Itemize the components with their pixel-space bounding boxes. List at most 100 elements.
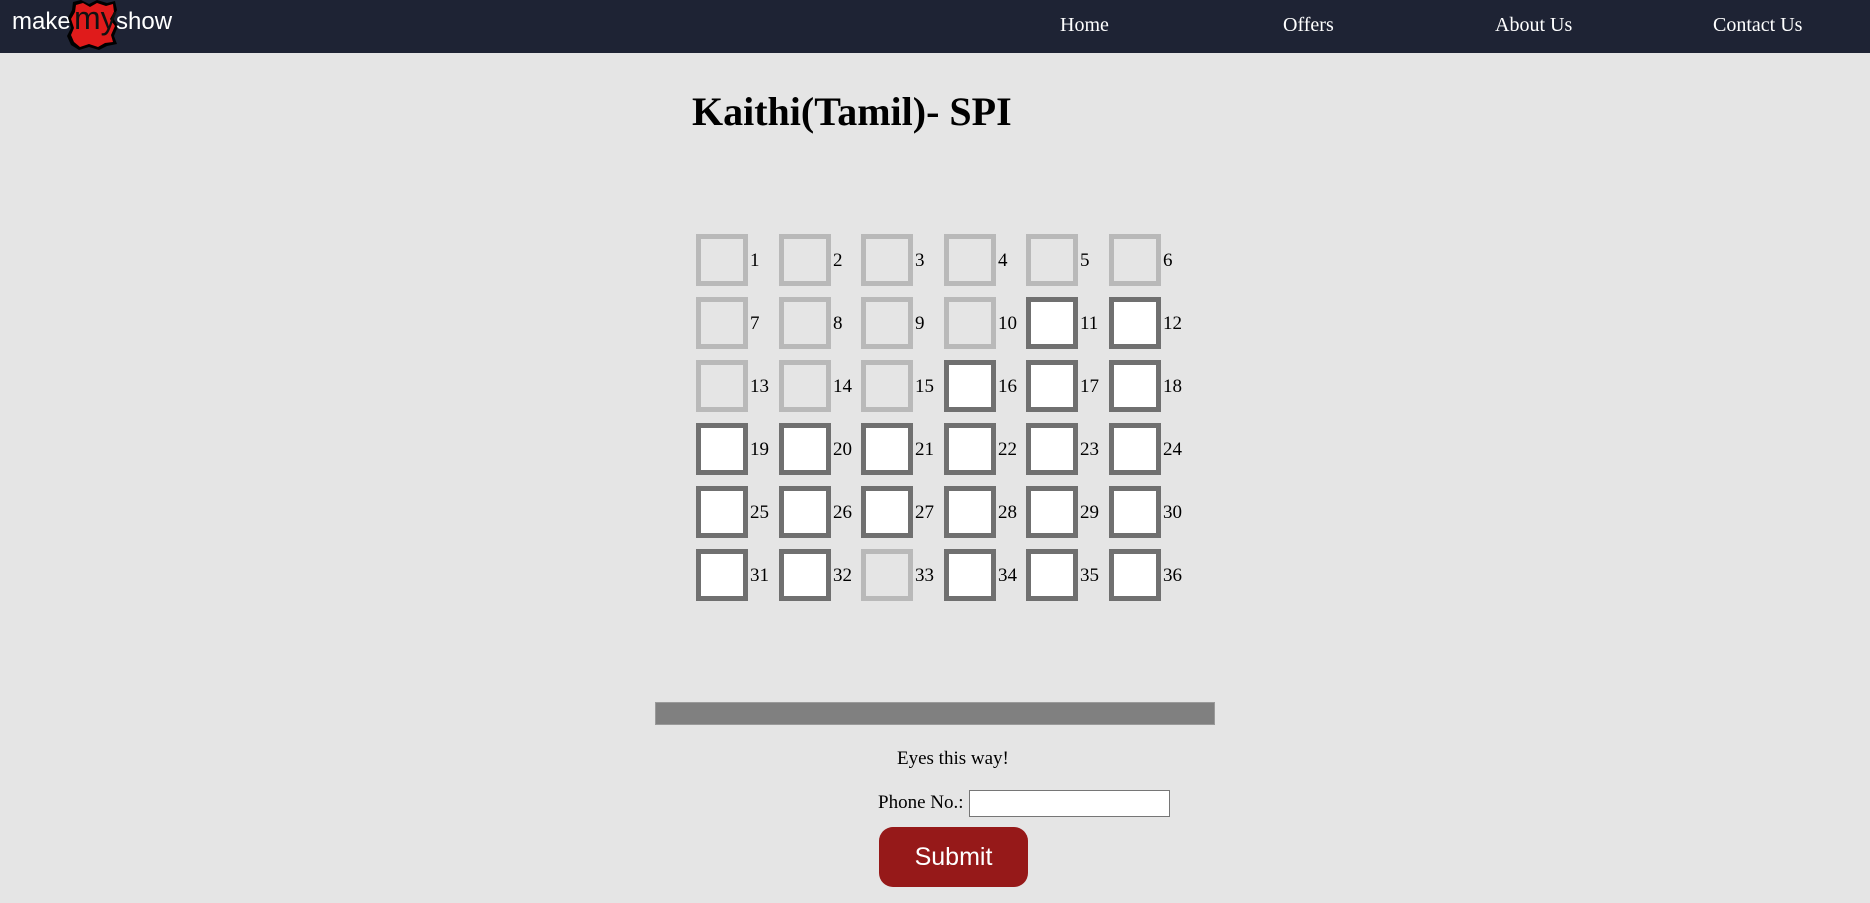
seat-checkbox[interactable]	[861, 486, 913, 538]
seat-checkbox[interactable]	[944, 486, 996, 538]
seat-22[interactable]: 22	[944, 423, 1026, 475]
nav-contact-link[interactable]: Contact Us	[1713, 14, 1802, 37]
seat-34[interactable]: 34	[944, 549, 1026, 601]
submit-button[interactable]: Submit	[879, 827, 1028, 887]
seat-21[interactable]: 21	[861, 423, 943, 475]
screen-bar	[655, 702, 1215, 725]
seat-checkbox[interactable]	[944, 360, 996, 412]
seat-number-label: 14	[833, 376, 852, 397]
seat-1: 1	[696, 234, 778, 286]
seat-number-label: 9	[915, 313, 925, 334]
seat-number-label: 32	[833, 565, 852, 586]
seat-number-label: 2	[833, 250, 843, 271]
seat-3: 3	[861, 234, 943, 286]
seat-27[interactable]: 27	[861, 486, 943, 538]
seat-checkbox[interactable]	[944, 549, 996, 601]
phone-input[interactable]	[969, 790, 1170, 817]
seat-6: 6	[1109, 234, 1191, 286]
seat-number-label: 34	[998, 565, 1017, 586]
seat-16[interactable]: 16	[944, 360, 1026, 412]
seat-9: 9	[861, 297, 943, 349]
seat-checkbox	[1109, 234, 1161, 286]
seat-25[interactable]: 25	[696, 486, 778, 538]
seat-30[interactable]: 30	[1109, 486, 1191, 538]
seat-23[interactable]: 23	[1026, 423, 1108, 475]
seat-number-label: 23	[1080, 439, 1099, 460]
seat-checkbox[interactable]	[696, 549, 748, 601]
seat-number-label: 10	[998, 313, 1017, 334]
logo-my-text: my	[74, 0, 117, 36]
seat-checkbox[interactable]	[1026, 423, 1078, 475]
seat-checkbox	[861, 234, 913, 286]
seat-20[interactable]: 20	[779, 423, 861, 475]
nav-about-link[interactable]: About Us	[1495, 14, 1572, 37]
seat-number-label: 33	[915, 565, 934, 586]
seat-24[interactable]: 24	[1109, 423, 1191, 475]
seat-number-label: 3	[915, 250, 925, 271]
seat-number-label: 31	[750, 565, 769, 586]
seat-13: 13	[696, 360, 778, 412]
seat-checkbox[interactable]	[1026, 297, 1078, 349]
seat-number-label: 1	[750, 250, 760, 271]
seat-checkbox	[779, 297, 831, 349]
seat-number-label: 21	[915, 439, 934, 460]
seat-checkbox[interactable]	[944, 423, 996, 475]
seat-10: 10	[944, 297, 1026, 349]
seat-number-label: 36	[1163, 565, 1182, 586]
seat-number-label: 5	[1080, 250, 1090, 271]
seat-checkbox[interactable]	[1026, 549, 1078, 601]
seat-11[interactable]: 11	[1026, 297, 1108, 349]
nav-home-link[interactable]: Home	[1060, 14, 1109, 37]
seat-19[interactable]: 19	[696, 423, 778, 475]
seat-number-label: 7	[750, 313, 760, 334]
seat-checkbox[interactable]	[779, 423, 831, 475]
seat-2: 2	[779, 234, 861, 286]
seat-number-label: 19	[750, 439, 769, 460]
seat-number-label: 17	[1080, 376, 1099, 397]
seat-32[interactable]: 32	[779, 549, 861, 601]
seat-checkbox	[779, 360, 831, 412]
seat-26[interactable]: 26	[779, 486, 861, 538]
seat-number-label: 12	[1163, 313, 1182, 334]
nav-offers-link[interactable]: Offers	[1283, 14, 1334, 37]
seat-14: 14	[779, 360, 861, 412]
seat-number-label: 8	[833, 313, 843, 334]
seat-checkbox[interactable]	[1109, 486, 1161, 538]
seat-checkbox[interactable]	[696, 486, 748, 538]
seat-number-label: 11	[1080, 313, 1099, 334]
seat-36[interactable]: 36	[1109, 549, 1191, 601]
seat-12[interactable]: 12	[1109, 297, 1191, 349]
seat-checkbox[interactable]	[1026, 486, 1078, 538]
seat-number-label: 16	[998, 376, 1017, 397]
seat-number-label: 4	[998, 250, 1008, 271]
seat-number-label: 15	[915, 376, 934, 397]
seat-28[interactable]: 28	[944, 486, 1026, 538]
seat-checkbox	[861, 297, 913, 349]
seat-number-label: 6	[1163, 250, 1173, 271]
seat-checkbox	[779, 234, 831, 286]
seat-31[interactable]: 31	[696, 549, 778, 601]
seat-checkbox[interactable]	[1109, 297, 1161, 349]
seat-checkbox[interactable]	[1026, 360, 1078, 412]
seat-17[interactable]: 17	[1026, 360, 1108, 412]
seat-5: 5	[1026, 234, 1108, 286]
seat-checkbox	[944, 297, 996, 349]
seat-checkbox[interactable]	[779, 549, 831, 601]
seat-number-label: 30	[1163, 502, 1182, 523]
seat-checkbox[interactable]	[861, 423, 913, 475]
seat-checkbox[interactable]	[1109, 549, 1161, 601]
seat-number-label: 28	[998, 502, 1017, 523]
seat-number-label: 20	[833, 439, 852, 460]
seat-checkbox[interactable]	[779, 486, 831, 538]
logo-my-badge: my	[67, 0, 119, 50]
seat-checkbox	[944, 234, 996, 286]
seat-checkbox[interactable]	[1109, 423, 1161, 475]
seat-18[interactable]: 18	[1109, 360, 1191, 412]
seat-number-label: 26	[833, 502, 852, 523]
seat-checkbox[interactable]	[696, 423, 748, 475]
seat-29[interactable]: 29	[1026, 486, 1108, 538]
seat-checkbox	[861, 360, 913, 412]
seat-checkbox[interactable]	[1109, 360, 1161, 412]
seat-grid: 1 2 3 4 5 6 7 8 9 10 11 12 13 14 15 16 17 18 19 20 21 22 23 24 2…	[696, 234, 1196, 604]
seat-35[interactable]: 35	[1026, 549, 1108, 601]
